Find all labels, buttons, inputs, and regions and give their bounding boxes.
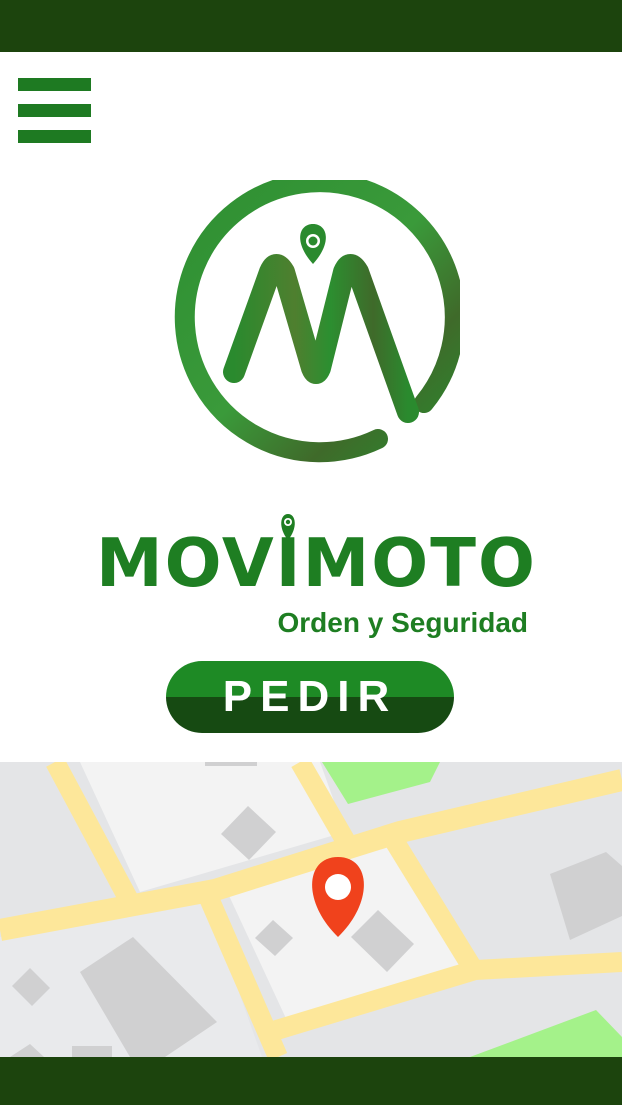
menu-line bbox=[18, 78, 91, 91]
movimoto-logo-icon bbox=[174, 180, 460, 463]
order-button[interactable]: PEDIR bbox=[166, 661, 454, 733]
menu-line bbox=[18, 104, 91, 117]
brand-name: MOVIMOTO bbox=[96, 524, 537, 602]
map-view[interactable] bbox=[0, 762, 622, 1057]
menu-line bbox=[18, 130, 91, 143]
app-screen: MOVIMOTO Orden y Seguridad PEDIR bbox=[0, 0, 622, 1105]
bottom-navigation-bar bbox=[0, 1057, 622, 1105]
top-status-bar bbox=[0, 0, 622, 52]
tagline: Orden y Seguridad bbox=[277, 607, 529, 638]
hamburger-menu-icon[interactable] bbox=[18, 78, 91, 144]
